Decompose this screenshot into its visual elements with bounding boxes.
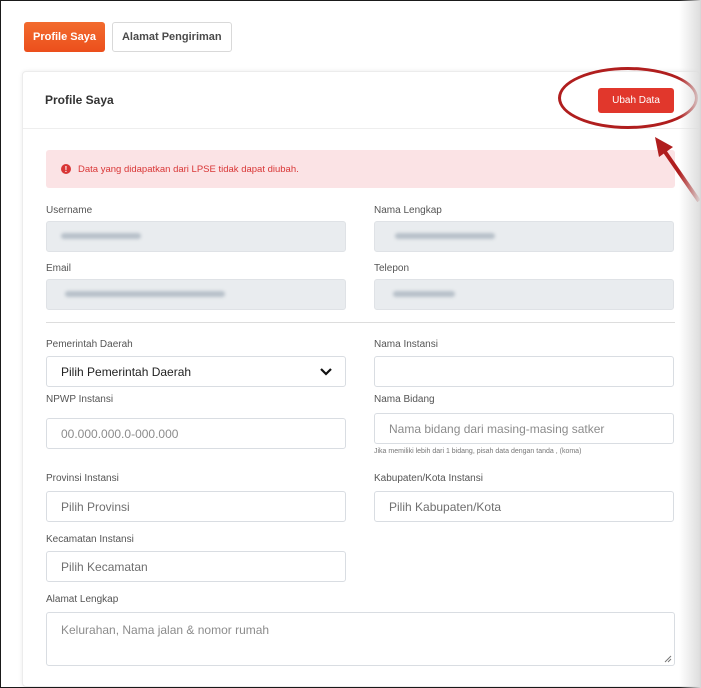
alamat-lengkap-textarea[interactable]: Kelurahan, Nama jalan & nomor rumah xyxy=(46,612,675,666)
nama-instansi-label: Nama Instansi xyxy=(374,339,438,350)
nama-bidang-label: Nama Bidang xyxy=(374,394,435,405)
pemerintah-daerah-select[interactable]: Pilih Pemerintah Daerah xyxy=(46,356,346,387)
username-field xyxy=(46,221,346,252)
nama-bidang-input[interactable]: Nama bidang dari masing-masing satker xyxy=(374,413,674,444)
tab-alamat-pengiriman[interactable]: Alamat Pengiriman xyxy=(111,22,232,52)
edge-shadow xyxy=(679,0,701,688)
alamat-lengkap-label: Alamat Lengkap xyxy=(46,594,119,605)
provinsi-instansi-select[interactable]: Pilih Provinsi xyxy=(46,491,346,522)
blurred-telepon xyxy=(393,291,455,297)
nama-bidang-hint: Jika memiliki lebih dari 1 bidang, pisah… xyxy=(374,448,582,455)
screenshot-frame: Profile Saya Alamat Pengiriman Profile S… xyxy=(0,0,701,688)
tab-profile-saya[interactable]: Profile Saya xyxy=(24,22,105,52)
alamat-lengkap-placeholder: Kelurahan, Nama jalan & nomor rumah xyxy=(61,623,270,637)
username-label: Username xyxy=(46,205,93,216)
section-divider xyxy=(46,322,675,323)
chevron-down-icon xyxy=(320,367,332,376)
npwp-instansi-label: NPWP Instansi xyxy=(46,394,114,405)
kabupaten-kota-instansi-label: Kabupaten/Kota Instansi xyxy=(374,473,483,484)
resize-grip-icon[interactable] xyxy=(664,655,672,663)
pemerintah-daerah-value: Pilih Pemerintah Daerah xyxy=(61,364,192,379)
blurred-username xyxy=(61,233,141,239)
lpse-alert: ! Data yang didapatkan dari LPSE tidak d… xyxy=(46,150,675,188)
kecamatan-instansi-select[interactable]: Pilih Kecamatan xyxy=(46,551,346,582)
kecamatan-instansi-label: Kecamatan Instansi xyxy=(46,534,134,545)
nama-lengkap-field xyxy=(374,221,674,252)
blurred-email xyxy=(65,291,225,297)
telepon-field xyxy=(374,279,674,310)
card-title: Profile Saya xyxy=(45,93,114,107)
npwp-instansi-input[interactable]: 00.000.000.0-000.000 xyxy=(46,418,346,449)
alert-text: Data yang didapatkan dari LPSE tidak dap… xyxy=(78,163,299,175)
pemerintah-daerah-label: Pemerintah Daerah xyxy=(46,339,133,350)
nama-lengkap-label: Nama Lengkap xyxy=(374,205,442,216)
profile-tabs: Profile Saya Alamat Pengiriman xyxy=(24,22,232,52)
profile-card: Profile Saya Ubah Data ! Data yang didap… xyxy=(22,71,700,687)
exclamation-icon: ! xyxy=(61,164,71,174)
nama-instansi-input[interactable] xyxy=(374,356,674,387)
email-field xyxy=(46,279,346,310)
annotation-circle xyxy=(558,67,698,129)
kabupaten-kota-instansi-select[interactable]: Pilih Kabupaten/Kota xyxy=(374,491,674,522)
telepon-label: Telepon xyxy=(374,263,410,274)
provinsi-instansi-label: Provinsi Instansi xyxy=(46,473,119,484)
blurred-nama-lengkap xyxy=(395,233,495,239)
email-label: Email xyxy=(46,263,72,274)
